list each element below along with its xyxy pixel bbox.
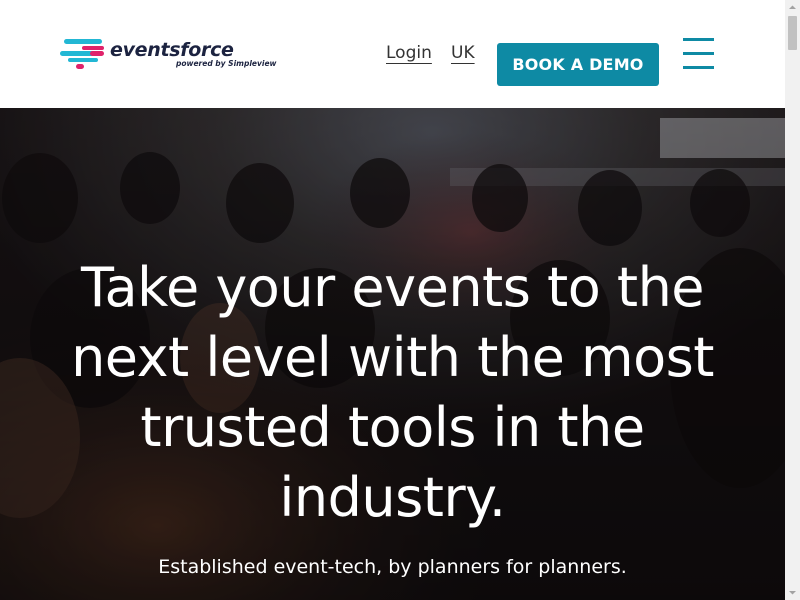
eventsforce-logo[interactable]: eventsforce powered by Simpleview: [60, 38, 276, 72]
eventsforce-logo-mark-icon: [60, 39, 104, 69]
scroll-up-arrow-icon[interactable]: [785, 0, 800, 15]
site-header: eventsforce powered by Simpleview Login …: [0, 0, 785, 108]
hero-subtitle: Established event-tech, by planners for …: [158, 556, 627, 578]
scroll-down-arrow-icon[interactable]: [785, 585, 800, 600]
book-a-demo-button[interactable]: BOOK A DEMO: [497, 43, 659, 86]
region-uk-link[interactable]: UK: [451, 42, 475, 64]
hamburger-menu-icon[interactable]: [683, 38, 714, 69]
scrollbar-thumb[interactable]: [788, 16, 797, 50]
hero-section: Take your events to the next level with …: [0, 108, 785, 600]
vertical-scrollbar[interactable]: [785, 0, 800, 600]
page: eventsforce powered by Simpleview Login …: [0, 0, 785, 600]
logo-tagline: powered by Simpleview: [176, 59, 277, 68]
hero-title: Take your events to the next level with …: [71, 256, 714, 529]
login-link[interactable]: Login: [386, 42, 432, 64]
